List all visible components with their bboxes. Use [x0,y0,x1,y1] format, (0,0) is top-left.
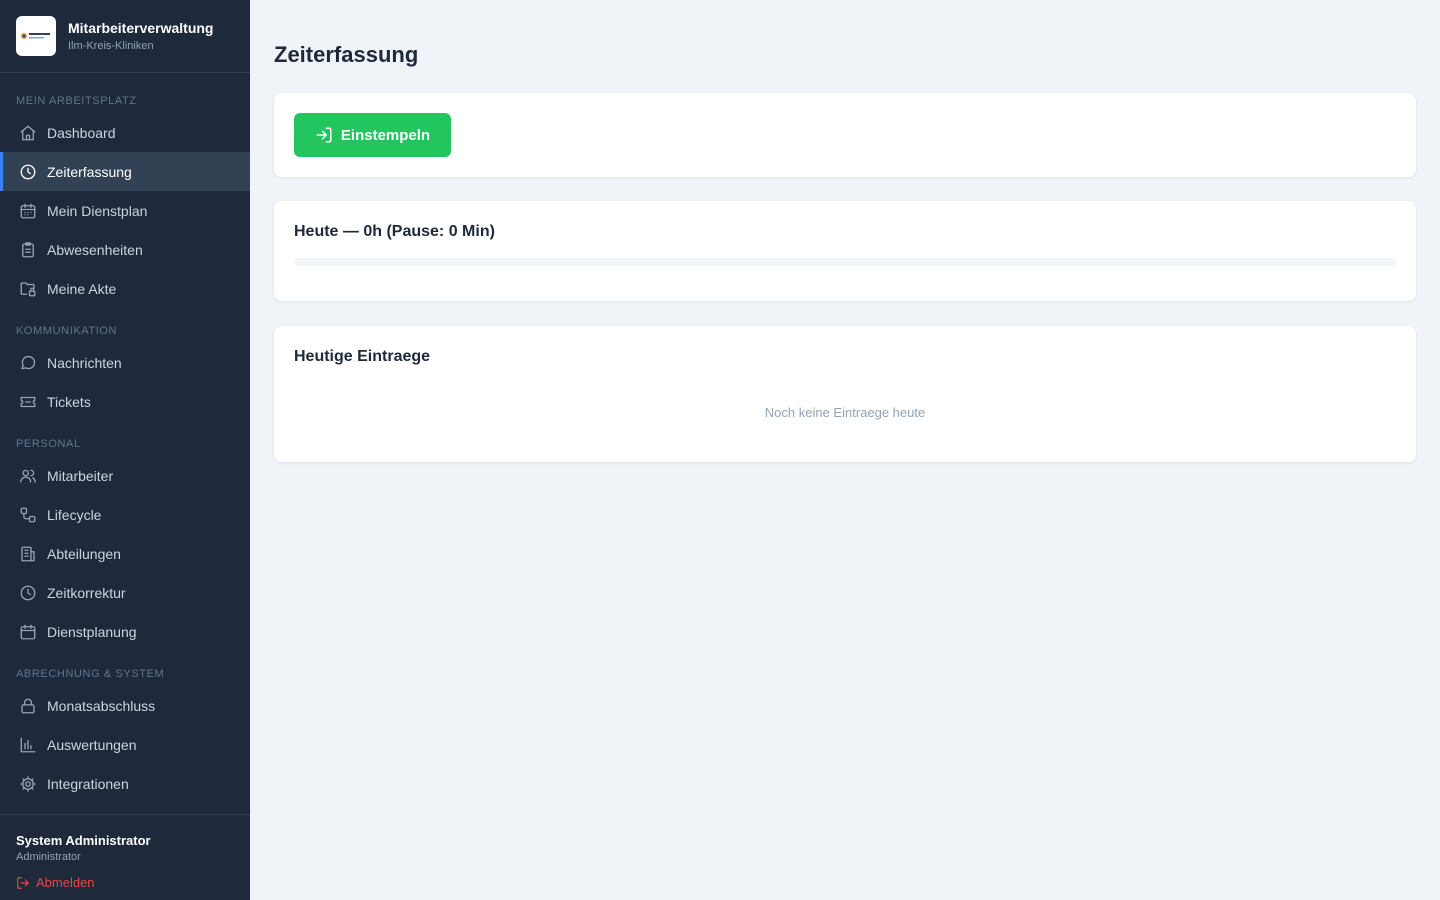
nav-label: Meine Akte [47,280,117,297]
today-entries-card: Heutige Eintraege Noch keine Eintraege h… [274,326,1416,462]
clock-in-card: Einstempeln [274,93,1416,177]
workflow-icon [20,507,36,522]
nav-item-dashboard[interactable]: Dashboard [0,113,250,152]
user-panel: System Administrator Administrator Abmel… [0,814,250,900]
nav-item-nachrichten[interactable]: Nachrichten [0,343,250,382]
nav-item-lifecycle[interactable]: Lifecycle [0,495,250,534]
page-title: Zeiterfassung [274,42,419,67]
clock-in-button[interactable]: Einstempeln [294,113,451,157]
nav-label: Zeitkorrektur [47,584,126,601]
app-title: Mitarbeiterverwaltung [68,19,214,36]
nav-label: Mitarbeiter [47,467,114,484]
nav-item-abteilungen[interactable]: Abteilungen [0,534,250,573]
today-progress-bar [294,258,1396,266]
clinic-logo-icon [21,33,50,39]
login-icon [316,127,332,143]
calendar-icon [20,624,36,639]
nav-label: Integrationen [47,775,129,792]
sidebar: Mitarbeiterverwaltung Ilm-Kreis-Kliniken… [0,0,250,900]
lock-icon [21,698,35,713]
nav-label: Nachrichten [47,354,122,371]
calendar-icon [20,203,36,218]
nav-item-zeitkorrektur[interactable]: Zeitkorrektur [0,573,250,612]
users-icon [20,469,36,483]
clock-icon [20,164,36,179]
nav-item-monatsabschluss[interactable]: Monatsabschluss [0,686,250,725]
clock-in-label: Einstempeln [340,126,431,144]
nav-section-title: PERSONAL [16,438,81,450]
nav-item-mein-dienstplan[interactable]: Mein Dienstplan [0,191,250,230]
nav-item-meine-akte[interactable]: Meine Akte [0,269,250,308]
logo [16,16,56,56]
nav-label: Dienstplanung [47,623,137,640]
ticket-icon [20,396,36,407]
today-summary-card: Heute — 0h (Pause: 0 Min) [274,201,1416,301]
folder-lock-icon [20,281,36,296]
logout-icon [17,876,29,889]
clock-icon [20,585,36,600]
nav-label: Mein Dienstplan [47,202,148,219]
nav-section-title: ABRECHNUNG & SYSTEM [16,668,165,680]
nav-item-zeiterfassung[interactable]: Zeiterfassung [0,152,250,191]
home-icon [20,125,36,140]
empty-state-text: Noch keine Eintraege heute [764,405,926,420]
nav-label: Abteilungen [47,545,121,562]
nav-item-integrationen[interactable]: Integrationen [0,764,250,803]
nav-item-dienstplanung[interactable]: Dienstplanung [0,612,250,651]
bar-chart-icon [20,737,36,752]
nav-item-auswertungen[interactable]: Auswertungen [0,725,250,764]
today-summary-title: Heute — 0h (Pause: 0 Min) [294,223,495,240]
nav-item-mitarbeiter[interactable]: Mitarbeiter [0,456,250,495]
building-icon [21,546,35,561]
nav-section-title: KOMMUNIKATION [16,325,118,337]
logout-label: Abmelden [36,875,95,890]
logout-button[interactable]: Abmelden [16,875,234,890]
app-subtitle: Ilm-Kreis-Kliniken [68,39,154,52]
nav-label: Monatsabschluss [47,697,156,714]
gear-icon [20,775,36,792]
nav-label: Dashboard [47,124,116,141]
today-entries-title: Heutige Eintraege [294,348,431,365]
nav-item-abwesenheiten[interactable]: Abwesenheiten [0,230,250,269]
nav-label: Tickets [47,393,91,410]
nav-label: Zeiterfassung [47,163,132,180]
nav-label: Abwesenheiten [47,241,143,258]
clipboard-icon [22,241,34,257]
nav-label: Lifecycle [47,506,102,523]
user-name: System Administrator [16,833,151,848]
user-role: Administrator [16,851,81,863]
nav-section-title: MEIN ARBEITSPLATZ [16,95,137,107]
nav-label: Auswertungen [47,736,137,753]
brand-header: Mitarbeiterverwaltung Ilm-Kreis-Kliniken [0,0,250,73]
nav-item-tickets[interactable]: Tickets [0,382,250,421]
message-icon [21,355,36,369]
